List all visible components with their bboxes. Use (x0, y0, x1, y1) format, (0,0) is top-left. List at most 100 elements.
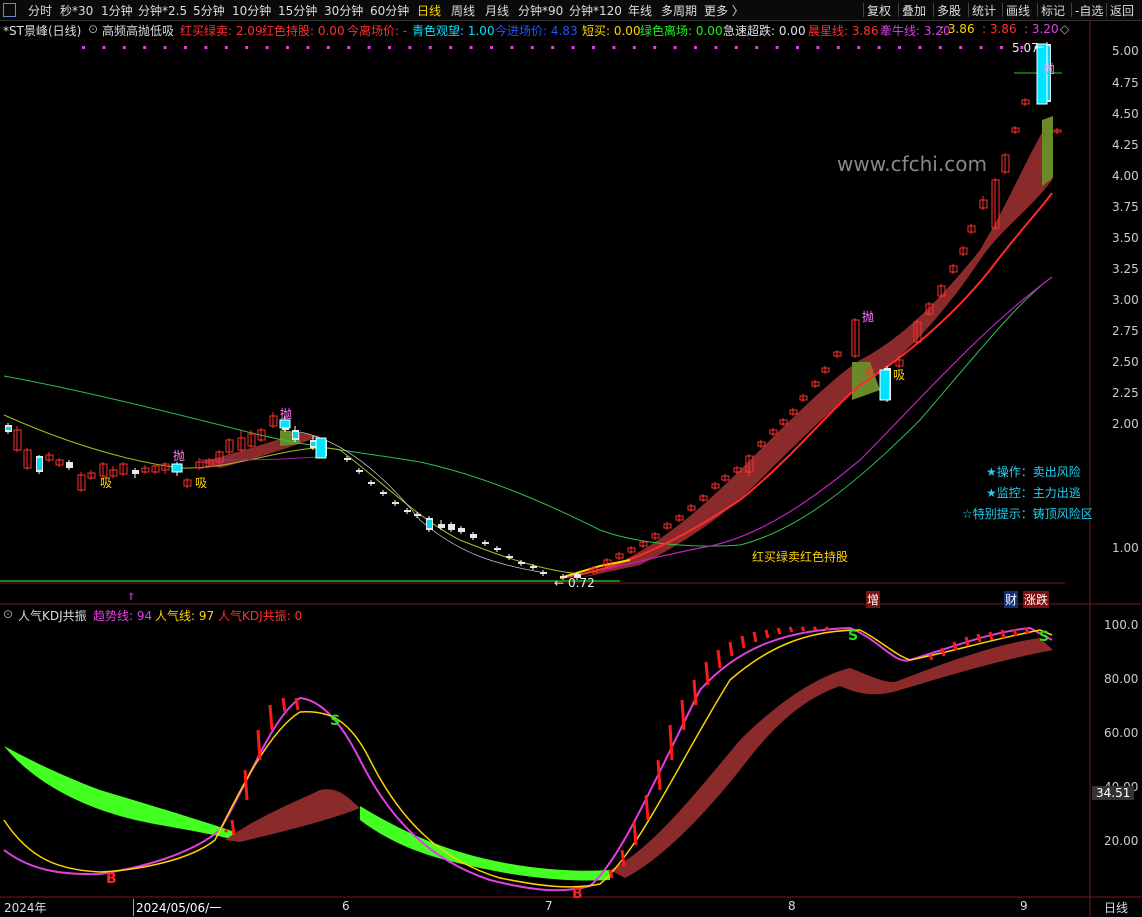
toolbar-btn-4[interactable]: 画线 (1006, 2, 1030, 19)
price-tick: 3.75 (1112, 200, 1139, 214)
kdj-resonance-hatch (223, 626, 1030, 879)
signal-dot (979, 46, 983, 49)
hatch-line (680, 699, 686, 731)
toolbar-btn-3[interactable]: 统计 (972, 2, 996, 19)
hatch-line (776, 627, 782, 635)
tab-3[interactable]: 分钟*2.5 (138, 2, 187, 19)
dropdown-icon[interactable]: ⊙ (88, 22, 98, 36)
tab-16[interactable]: 更多 〉 (704, 2, 744, 19)
info-item-8: 晨星线: 3.86 (808, 24, 879, 38)
high-arrow-icon: ← (1034, 40, 1045, 54)
tab-15[interactable]: 多周期 (661, 2, 697, 19)
hatch-line (632, 821, 638, 846)
hatch-line (223, 828, 229, 834)
kdj-mark-s3: S (1039, 629, 1050, 645)
tab-14[interactable]: 年线 (628, 2, 652, 19)
tab-10[interactable]: 周线 (451, 2, 475, 19)
signal-dot (224, 46, 228, 49)
x-month: 8 (788, 899, 796, 913)
signal-dot (714, 46, 718, 49)
tab-0[interactable]: 分时 (28, 2, 52, 19)
x-cursor-date[interactable]: 2024/05/06/一 (133, 899, 221, 916)
toolbar-btn-5[interactable]: 标记 (1041, 2, 1065, 19)
hatch-line (281, 697, 287, 713)
signal-dot (245, 46, 249, 49)
top-toolbar: 分时 秒*30 1分钟 分钟*2.5 5分钟 10分钟 15分钟 30分钟 60分钟 日线 周线 月线… (0, 0, 1142, 21)
signal-dot (592, 46, 595, 49)
signal-dot (286, 46, 289, 49)
signal-dot (102, 46, 106, 49)
hatch-line (788, 626, 794, 633)
chart-canvas[interactable] (0, 0, 1142, 917)
hatch-line (644, 794, 650, 821)
signal-dot (510, 46, 514, 49)
kdj-tick: 20.00 (1104, 834, 1139, 848)
signal-dot (490, 46, 493, 49)
tab-9[interactable]: 日线 (417, 2, 441, 19)
hatch-line (740, 635, 746, 649)
hatch-line (812, 626, 818, 631)
candle-fill (311, 442, 316, 446)
toolbar-divider (898, 3, 899, 17)
sell-signal-2: 抛 (280, 407, 293, 421)
info-item-0: 红买绿卖: 2.09 (180, 24, 263, 38)
x-period[interactable]: 日线 (1104, 899, 1128, 916)
tab-2[interactable]: 1分钟 (101, 2, 133, 19)
kdj-tick: 80.00 (1104, 672, 1139, 686)
info-item-11: : 3.86 (982, 22, 1017, 36)
panel-toggle-icon[interactable] (3, 3, 16, 17)
tab-4[interactable]: 5分钟 (193, 2, 225, 19)
tab-11[interactable]: 月线 (485, 2, 509, 19)
price-tick: 3.50 (1112, 231, 1139, 245)
signal-candle (315, 437, 327, 459)
hatch-line (268, 704, 274, 731)
price-tick: 4.00 (1112, 169, 1139, 183)
toolbar-btn-0[interactable]: 复权 (867, 2, 891, 19)
kdj-red-band (225, 789, 360, 842)
tab-12[interactable]: 分钟*90 (518, 2, 563, 19)
price-tick: 2.50 (1112, 355, 1139, 369)
info-item-3: 青色观望: 1.00 (412, 24, 495, 38)
op-text-2: ★监控：主力出逃 (986, 486, 1081, 500)
hatch-line (952, 641, 958, 651)
signal-dot (163, 46, 167, 49)
signal-dot (612, 46, 616, 49)
tab-13[interactable]: 分钟*120 (569, 2, 622, 19)
candle-fill (6, 427, 11, 430)
kdj-item-2: 人气KDJ共振: 0 (218, 609, 303, 623)
tab-1[interactable]: 秒*30 (60, 2, 93, 19)
hatch-line (668, 724, 674, 761)
price-tick: 5.00 (1112, 44, 1139, 58)
ma-green-long (3, 276, 1053, 547)
op-text-3: ☆特别提示：铸顶风险区 (962, 507, 1093, 521)
toolbar-btn-7[interactable]: 返回 (1110, 2, 1134, 19)
signal-dot (775, 46, 779, 49)
x-year: 2024年 (4, 901, 47, 915)
signal-dot (306, 46, 310, 49)
toolbar-btn-2[interactable]: 多股 (937, 2, 961, 19)
settings-diamond-icon[interactable]: ◇ (1060, 22, 1069, 36)
tab-6[interactable]: 15分钟 (278, 2, 317, 19)
toolbar-divider (1071, 3, 1072, 17)
dropdown-icon[interactable]: ⊙ (3, 607, 13, 621)
toolbar-divider (1106, 3, 1107, 17)
stock-title[interactable]: *ST景峰(日线) (3, 22, 81, 39)
sell-signal-4: 抛 (1043, 62, 1056, 76)
signal-dot (469, 46, 473, 49)
kdj-tick: 60.00 (1104, 726, 1139, 740)
tab-8[interactable]: 60分钟 (370, 2, 409, 19)
indicator-name[interactable]: 高频高抛低吸 (102, 22, 174, 39)
tab-5[interactable]: 10分钟 (232, 2, 271, 19)
signal-dot (836, 46, 840, 49)
toolbar-divider (863, 3, 864, 17)
candle (470, 534, 477, 538)
candle (132, 470, 139, 474)
signal-dot (632, 46, 636, 49)
kdj-name[interactable]: 人气KDJ共振 (18, 607, 87, 624)
candle (344, 458, 351, 460)
hatch-line (940, 647, 946, 657)
toolbar-btn-1[interactable]: 叠加 (902, 2, 926, 19)
toolbar-btn-6[interactable]: -自选 (1075, 2, 1103, 19)
tab-7[interactable]: 30分钟 (324, 2, 363, 19)
price-tick: 3.00 (1112, 293, 1139, 307)
